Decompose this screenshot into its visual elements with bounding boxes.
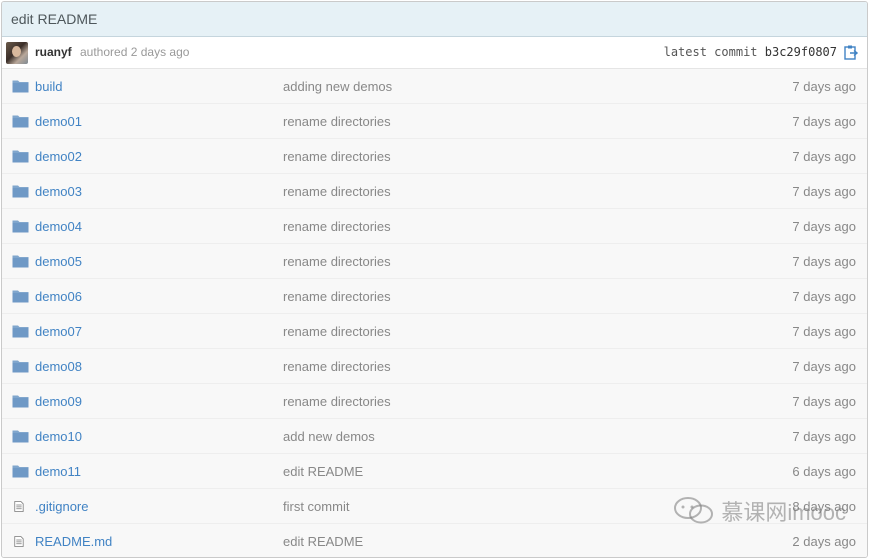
table-row: demo01 rename directories 7 days ago — [2, 104, 867, 139]
file-browser-panel: edit README ruanyf authored 2 days ago l… — [1, 1, 868, 558]
file-name-link[interactable]: README.md — [35, 524, 112, 557]
table-row: demo10 add new demos 7 days ago — [2, 419, 867, 454]
commit-message-link[interactable]: rename directories — [283, 139, 391, 174]
clipboard-icon[interactable] — [844, 45, 858, 60]
folder-icon — [12, 150, 29, 163]
commit-message-link[interactable]: rename directories — [283, 174, 391, 209]
author-name[interactable]: ruanyf — [35, 37, 72, 68]
authored-time: authored 2 days ago — [80, 45, 190, 59]
file-age: 8 days ago — [792, 499, 856, 514]
folder-icon — [12, 185, 29, 198]
commit-message-link[interactable]: rename directories — [283, 104, 391, 139]
table-row: build adding new demos 7 days ago — [2, 69, 867, 104]
commit-message-link[interactable]: rename directories — [283, 279, 391, 314]
file-name-link[interactable]: demo09 — [35, 384, 82, 419]
folder-icon — [12, 115, 29, 128]
commit-message-link[interactable]: rename directories — [283, 349, 391, 384]
file-list: build adding new demos 7 days ago demo01 ren… — [2, 69, 867, 557]
latest-commit-label: latest commit — [663, 45, 758, 59]
file-name-link[interactable]: demo03 — [35, 174, 82, 209]
file-name-link[interactable]: demo05 — [35, 244, 82, 279]
table-row: .gitignore first commit 8 days ago — [2, 489, 867, 524]
file-age: 7 days ago — [792, 254, 856, 269]
file-name-link[interactable]: demo08 — [35, 349, 82, 384]
folder-icon — [12, 80, 29, 93]
file-name-link[interactable]: demo01 — [35, 104, 82, 139]
file-name-link[interactable]: demo10 — [35, 419, 82, 454]
avatar[interactable] — [6, 42, 28, 64]
file-age: 2 days ago — [792, 534, 856, 549]
file-age: 7 days ago — [792, 219, 856, 234]
folder-icon — [12, 325, 29, 338]
file-age: 6 days ago — [792, 464, 856, 479]
file-name-link[interactable]: demo11 — [35, 454, 81, 489]
commit-message-link[interactable]: rename directories — [283, 209, 391, 244]
commit-message-link[interactable]: first commit — [283, 489, 349, 524]
file-icon — [14, 536, 24, 547]
file-age: 7 days ago — [792, 359, 856, 374]
folder-icon — [12, 465, 29, 478]
commit-message-link[interactable]: rename directories — [283, 314, 391, 349]
folder-icon — [12, 290, 29, 303]
folder-icon — [12, 220, 29, 233]
table-row: demo06 rename directories 7 days ago — [2, 279, 867, 314]
file-name-link[interactable]: demo02 — [35, 139, 82, 174]
commit-sha[interactable]: b3c29f0807 — [765, 45, 837, 59]
table-row: demo03 rename directories 7 days ago — [2, 174, 867, 209]
commit-message[interactable]: edit README — [2, 2, 867, 37]
file-name-link[interactable]: demo06 — [35, 279, 82, 314]
file-age: 7 days ago — [792, 149, 856, 164]
file-age: 7 days ago — [792, 324, 856, 339]
table-row: demo11 edit README 6 days ago — [2, 454, 867, 489]
table-row: demo04 rename directories 7 days ago — [2, 209, 867, 244]
table-row: demo09 rename directories 7 days ago — [2, 384, 867, 419]
file-age: 7 days ago — [792, 394, 856, 409]
commit-message-link[interactable]: edit README — [283, 524, 363, 557]
file-age: 7 days ago — [792, 79, 856, 94]
table-row: demo02 rename directories 7 days ago — [2, 139, 867, 174]
file-name-link[interactable]: demo07 — [35, 314, 82, 349]
folder-icon — [12, 360, 29, 373]
folder-icon — [12, 255, 29, 268]
commit-message-link[interactable]: edit README — [283, 454, 363, 489]
table-row: demo07 rename directories 7 days ago — [2, 314, 867, 349]
file-age: 7 days ago — [792, 289, 856, 304]
file-age: 7 days ago — [792, 429, 856, 444]
folder-icon — [12, 430, 29, 443]
folder-icon — [12, 395, 29, 408]
file-name-link[interactable]: build — [35, 69, 62, 104]
commit-message-link[interactable]: add new demos — [283, 419, 375, 454]
commit-message-link[interactable]: adding new demos — [283, 69, 392, 104]
file-age: 7 days ago — [792, 184, 856, 199]
file-age: 7 days ago — [792, 114, 856, 129]
commit-meta-bar: ruanyf authored 2 days ago latest commit… — [2, 37, 867, 69]
table-row: README.md edit README 2 days ago — [2, 524, 867, 557]
commit-message-link[interactable]: rename directories — [283, 384, 391, 419]
file-name-link[interactable]: .gitignore — [35, 489, 88, 524]
latest-commit: latest commit b3c29f0807 — [664, 37, 837, 68]
table-row: demo05 rename directories 7 days ago — [2, 244, 867, 279]
table-row: demo08 rename directories 7 days ago — [2, 349, 867, 384]
file-icon — [14, 501, 24, 512]
file-name-link[interactable]: demo04 — [35, 209, 82, 244]
commit-message-link[interactable]: rename directories — [283, 244, 391, 279]
